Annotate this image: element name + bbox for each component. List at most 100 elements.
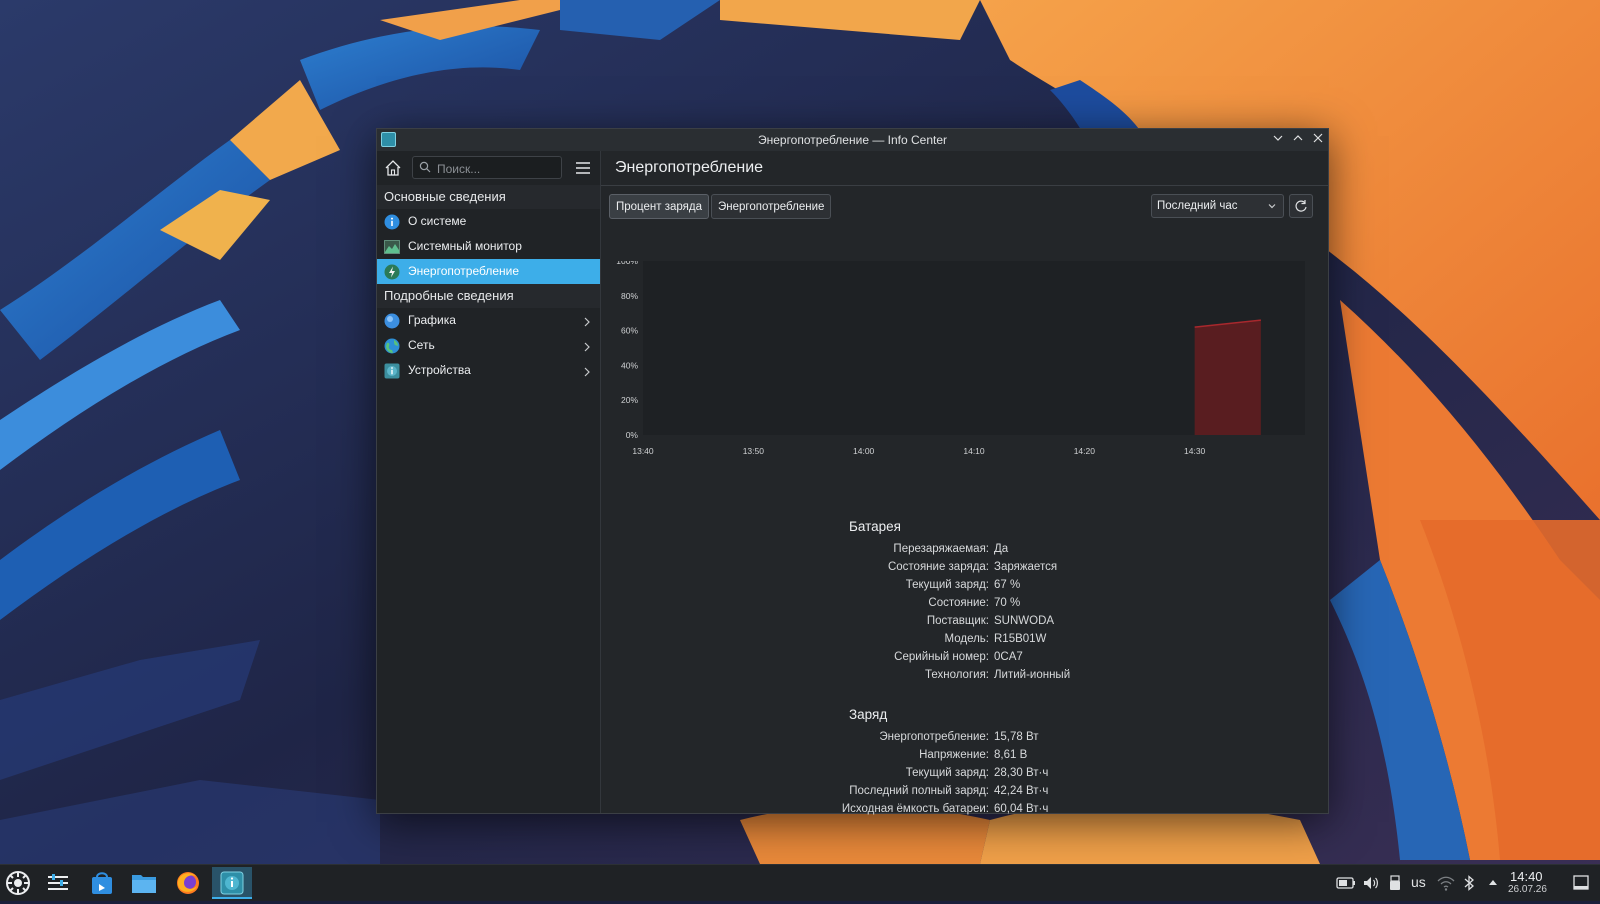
search-field[interactable] bbox=[412, 156, 562, 179]
sidebar: Основные сведения О системе Системный мо… bbox=[377, 151, 601, 813]
battery-row-key: Состояние заряда: bbox=[887, 561, 989, 573]
charge-row: Текущий заряд: 28,30 Вт·ч bbox=[601, 767, 1321, 785]
chevron-down-icon bbox=[1273, 135, 1283, 141]
wifi-icon[interactable] bbox=[1436, 874, 1456, 892]
battery-row-value: Заряжается bbox=[994, 561, 1058, 573]
charge-row-key: Текущий заряд: bbox=[905, 767, 989, 779]
refresh-icon bbox=[1295, 200, 1307, 212]
battery-row-key: Перезаряжаемая: bbox=[893, 543, 989, 555]
info-center-taskbar-button[interactable] bbox=[212, 867, 252, 899]
window-title: Энергопотребление — Info Center bbox=[757, 133, 948, 147]
chevron-right-icon bbox=[582, 333, 592, 358]
sidebar-item-about-system[interactable]: О системе bbox=[377, 209, 600, 234]
task-manager-button[interactable] bbox=[42, 867, 74, 899]
period-select-value: Последний час bbox=[1157, 200, 1238, 212]
tab-charge-percent[interactable]: Процент заряда bbox=[609, 194, 709, 219]
sidebar-item-label: Графика bbox=[408, 313, 456, 327]
sidebar-item-system-monitor[interactable]: Системный монитор bbox=[377, 234, 600, 259]
show-desktop-icon[interactable] bbox=[1572, 874, 1590, 892]
y-tick-label: 40% bbox=[621, 360, 638, 370]
info-center-window: Энергопотребление — Info Center Поиск...… bbox=[376, 128, 1329, 815]
y-tick-label: 100% bbox=[616, 261, 638, 266]
bluetooth-icon[interactable] bbox=[1462, 874, 1476, 892]
clock-date[interactable]: 26.07.26 bbox=[1508, 884, 1547, 895]
sidebar-toolbar bbox=[377, 151, 600, 185]
info-icon bbox=[384, 214, 400, 230]
battery-row: Состояние заряда: Заряжается bbox=[601, 561, 1321, 579]
y-tick-label: 80% bbox=[621, 291, 638, 301]
battery-row-key: Серийный номер: bbox=[894, 651, 989, 663]
home-icon bbox=[385, 160, 401, 176]
minimize-button[interactable] bbox=[1270, 132, 1286, 148]
devices-icon bbox=[384, 363, 400, 379]
section-header-detailed: Подробные сведения bbox=[377, 284, 600, 308]
chevron-up-icon bbox=[1293, 135, 1303, 141]
search-input[interactable] bbox=[435, 159, 559, 178]
search-icon bbox=[419, 161, 431, 173]
sidebar-item-energy[interactable]: Энергопотребление bbox=[377, 259, 600, 284]
firefox-icon bbox=[177, 872, 199, 894]
chevron-right-icon bbox=[582, 308, 592, 333]
battery-row: Поставщик: SUNWODA bbox=[601, 615, 1321, 633]
charge-row: Исходная ёмкость батареи: 60,04 Вт·ч bbox=[601, 803, 1321, 821]
main-panel: Энергопотребление Процент заряда Энергоп… bbox=[601, 151, 1328, 815]
y-tick-label: 60% bbox=[621, 326, 638, 336]
network-icon bbox=[384, 338, 400, 354]
battery-row-value: 67 % bbox=[994, 579, 1021, 591]
sidebar-item-label: О системе bbox=[408, 214, 467, 228]
tab-energy-consumption[interactable]: Энергопотребление bbox=[711, 194, 832, 219]
charge-row-value: 42,24 Вт·ч bbox=[994, 785, 1049, 797]
dolphin-icon bbox=[132, 875, 156, 893]
charge-row: Энергопотребление: 15,78 Вт bbox=[601, 731, 1321, 749]
charge-section-header: Заряд bbox=[849, 707, 888, 722]
file-manager-button[interactable] bbox=[128, 867, 160, 899]
usb-device-icon[interactable] bbox=[1388, 874, 1402, 892]
battery-row-value: Литий-ионный bbox=[994, 669, 1071, 681]
battery-row-key: Состояние: bbox=[928, 597, 989, 609]
battery-section-header: Батарея bbox=[849, 519, 901, 534]
battery-row-value: 0CA7 bbox=[994, 651, 1023, 663]
battery-row-value: 70 % bbox=[994, 597, 1021, 609]
refresh-button[interactable] bbox=[1289, 194, 1313, 218]
app-launcher-icon bbox=[6, 871, 30, 895]
y-tick-label: 20% bbox=[621, 395, 638, 405]
chevron-up-icon[interactable] bbox=[1486, 874, 1500, 892]
battery-row: Модель: R15B01W bbox=[601, 633, 1321, 651]
period-select[interactable]: Последний час bbox=[1151, 194, 1284, 218]
graphics-icon bbox=[384, 313, 400, 329]
sidebar-item-label: Устройства bbox=[408, 363, 471, 377]
x-tick-label: 14:00 bbox=[853, 446, 875, 456]
battery-row: Серийный номер: 0CA7 bbox=[601, 651, 1321, 669]
firefox-button[interactable] bbox=[172, 867, 204, 899]
battery-row-value: R15B01W bbox=[994, 633, 1047, 645]
battery-row: Текущий заряд: 67 % bbox=[601, 579, 1321, 597]
chevron-down-icon bbox=[1267, 195, 1277, 217]
app-launcher-button[interactable] bbox=[2, 867, 34, 899]
taskbar: us 14:40 26.07.26 bbox=[0, 864, 1600, 901]
x-tick-label: 13:40 bbox=[632, 446, 654, 456]
home-button[interactable] bbox=[381, 157, 405, 179]
sidebar-item-label: Энергопотребление bbox=[408, 264, 520, 278]
x-tick-label: 14:30 bbox=[1184, 446, 1206, 456]
sidebar-item-label: Сеть bbox=[408, 338, 435, 352]
battery-row-key: Модель: bbox=[944, 633, 989, 645]
maximize-button[interactable] bbox=[1290, 132, 1306, 148]
window-titlebar[interactable]: Энергопотребление — Info Center bbox=[377, 129, 1328, 151]
series-area bbox=[1194, 320, 1261, 435]
close-button[interactable] bbox=[1310, 132, 1326, 148]
battery-icon[interactable] bbox=[1336, 874, 1356, 892]
keyboard-layout-indicator[interactable]: us bbox=[1411, 874, 1426, 892]
charge-row-value: 8,61 В bbox=[994, 749, 1028, 761]
sidebar-item-devices[interactable]: Устройства bbox=[377, 358, 600, 383]
battery-row-key: Технология: bbox=[924, 669, 989, 681]
sidebar-item-network[interactable]: Сеть bbox=[377, 333, 600, 358]
clock-time[interactable]: 14:40 bbox=[1510, 869, 1543, 884]
hamburger-menu-button[interactable] bbox=[573, 158, 593, 178]
volume-icon[interactable] bbox=[1362, 874, 1380, 892]
sidebar-item-graphics[interactable]: Графика bbox=[377, 308, 600, 333]
battery-row: Перезаряжаемая: Да bbox=[601, 543, 1321, 561]
charge-row: Последний полный заряд: 42,24 Вт·ч bbox=[601, 785, 1321, 803]
close-icon bbox=[1313, 133, 1323, 143]
energy-icon bbox=[384, 264, 400, 280]
discover-button[interactable] bbox=[86, 867, 118, 899]
